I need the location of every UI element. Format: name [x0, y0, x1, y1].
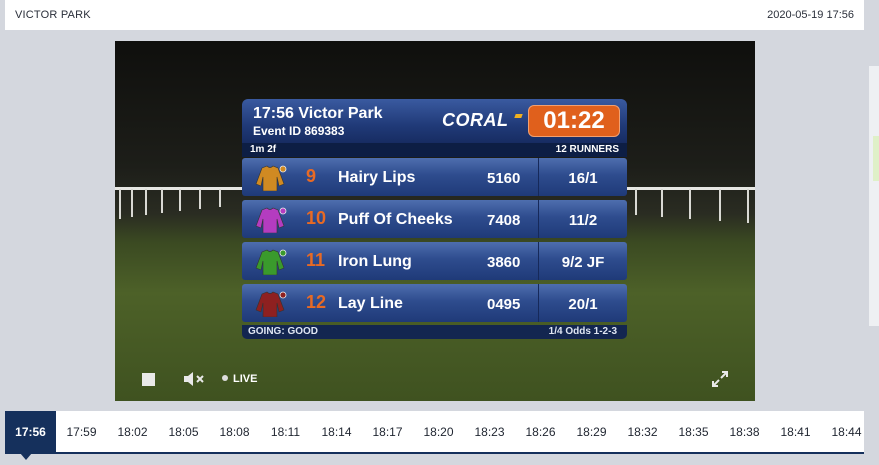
race-time-tab[interactable]: 18:26: [515, 411, 566, 453]
runner-form: 3860: [487, 254, 521, 271]
venue-title: VICTOR PARK: [15, 9, 91, 21]
top-bar: VICTOR PARK 2020-05-19 17:56: [5, 0, 864, 30]
jockey-silk-icon: [255, 165, 287, 191]
race-time-tab[interactable]: 18:20: [413, 411, 464, 453]
runner-name: Iron Lung: [338, 253, 412, 270]
race-time-tabs: 17:56 17:59 18:02 18:05 18:08 18:11 18:14 18:17…: [5, 411, 864, 454]
runner-row: 11 Iron Lung 3860 9/2 JF: [242, 242, 627, 280]
going-label: GOING: GOOD: [248, 326, 318, 337]
race-time-tab[interactable]: 17:56: [5, 411, 56, 453]
side-strip: [869, 66, 879, 326]
race-time-tab[interactable]: 17:59: [56, 411, 107, 453]
race-time-tab[interactable]: 18:14: [311, 411, 362, 453]
fullscreen-icon[interactable]: [711, 370, 729, 388]
race-time-tab[interactable]: 18:29: [566, 411, 617, 453]
runner-name: Hairy Lips: [338, 169, 416, 186]
race-time-tab[interactable]: 18:08: [209, 411, 260, 453]
countdown-timer: 01:22: [528, 105, 620, 137]
runner-row: 9 Hairy Lips 5160 16/1: [242, 158, 627, 196]
brand-logo: CORAL: [442, 110, 509, 130]
race-time-venue: 17:56 Victor Park: [253, 105, 383, 122]
live-dot-icon: [222, 375, 228, 381]
jockey-silk-icon: [255, 249, 287, 275]
runner-number: 11: [306, 250, 326, 270]
runner-form: 5160: [487, 170, 521, 187]
event-id: Event ID 869383: [253, 124, 345, 138]
runner-count: 12 RUNNERS: [555, 144, 619, 155]
race-time-tab[interactable]: 18:38: [719, 411, 770, 453]
race-time-tab[interactable]: 18:23: [464, 411, 515, 453]
race-time-tab[interactable]: 18:32: [617, 411, 668, 453]
runner-number: 12: [306, 292, 327, 312]
jockey-silk-icon: [255, 291, 287, 317]
brand-logo-mark: [514, 114, 523, 118]
race-datetime: 2020-05-19 17:56: [767, 9, 854, 21]
jockey-silk-icon: [255, 207, 287, 233]
video-player[interactable]: 17:56 Victor Park Event ID 869383 CORAL …: [115, 41, 755, 401]
stop-icon[interactable]: [142, 373, 155, 386]
runner-number: 9: [306, 166, 317, 186]
race-time-tab[interactable]: 18:11: [260, 411, 311, 453]
race-time-tab[interactable]: 18:41: [770, 411, 821, 453]
live-label: LIVE: [233, 373, 258, 385]
runner-name: Puff Of Cheeks: [338, 211, 453, 228]
runner-odds: 9/2 JF: [561, 254, 605, 271]
live-indicator: LIVE: [222, 373, 257, 385]
place-terms: 1/4 Odds 1-2-3: [548, 326, 617, 337]
race-card-header: 17:56 Victor Park Event ID 869383 CORAL …: [242, 99, 627, 143]
race-time-tab[interactable]: 18:35: [668, 411, 719, 453]
runner-odds: 16/1: [568, 170, 598, 187]
race-footer-bar: GOING: GOOD 1/4 Odds 1-2-3: [242, 325, 627, 339]
active-tab-pointer: [20, 453, 32, 460]
race-distance: 1m 2f: [250, 144, 277, 155]
runner-row: 12 Lay Line 0495 20/1: [242, 284, 627, 322]
race-time-tab[interactable]: 18:17: [362, 411, 413, 453]
race-info-bar: 1m 2f 12 RUNNERS: [242, 143, 627, 157]
runner-form: 7408: [487, 212, 521, 229]
mute-icon[interactable]: [182, 370, 206, 388]
race-time-tab[interactable]: 18:02: [107, 411, 158, 453]
runner-form: 0495: [487, 296, 521, 313]
runner-odds: 20/1: [568, 296, 598, 313]
race-time-tab[interactable]: 18:44: [821, 411, 872, 453]
runner-row: 10 Puff Of Cheeks 7408 11/2: [242, 200, 627, 238]
runner-name: Lay Line: [338, 295, 403, 312]
runner-number: 10: [306, 208, 327, 228]
runner-odds: 11/2: [568, 212, 598, 229]
race-time-tab[interactable]: 18:05: [158, 411, 209, 453]
